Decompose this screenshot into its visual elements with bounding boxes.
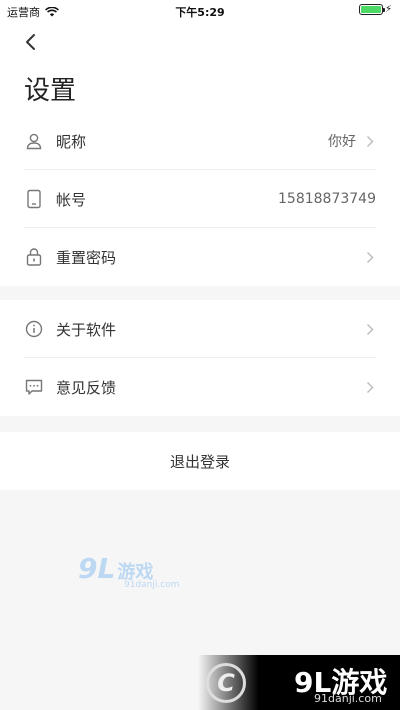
lock-icon (24, 247, 44, 267)
battery-icon (358, 4, 385, 15)
watermark-c-icon: C (206, 663, 246, 703)
watermark-logo-mark: 9L (78, 552, 116, 585)
account-label: 帐号 (56, 190, 87, 209)
chevron-right-icon (364, 322, 376, 336)
charging-icon: ⚡ (384, 4, 392, 15)
about-software-label: 关于软件 (56, 320, 117, 339)
chevron-left-icon (26, 34, 35, 50)
watermark-logo-left: 9L 游戏 91danji.com (78, 552, 179, 590)
account-section: 昵称 你好 帐号 15818873749 重置密码 (0, 112, 400, 286)
watermark-url: 91danji.com (314, 692, 382, 705)
reset-password-label: 重置密码 (56, 248, 117, 267)
header: 设置 (0, 22, 400, 112)
nickname-value: 你好 (328, 134, 356, 150)
back-button[interactable] (18, 30, 42, 54)
feedback-icon (24, 377, 44, 397)
account-value: 15818873749 (278, 191, 376, 207)
account-row: 帐号 15818873749 (24, 170, 376, 228)
about-section: 关于软件 意见反馈 (0, 300, 400, 416)
feedback-row[interactable]: 意见反馈 (24, 358, 376, 416)
user-icon (24, 131, 44, 151)
reset-password-row[interactable]: 重置密码 (24, 228, 376, 286)
feedback-label: 意见反馈 (56, 378, 117, 397)
battery-fill (360, 6, 381, 13)
info-icon (24, 319, 44, 339)
page-title: 设置 (24, 76, 77, 106)
logout-button[interactable]: 退出登录 (0, 432, 400, 490)
chevron-right-icon (364, 250, 376, 264)
phone-icon (24, 189, 44, 209)
status-time: 下午5:29 (175, 6, 225, 19)
chevron-right-icon (364, 380, 376, 394)
nickname-label: 昵称 (56, 132, 87, 151)
nickname-row[interactable]: 昵称 你好 (24, 112, 376, 170)
chevron-right-icon (364, 134, 376, 148)
status-right: ⚡ (358, 4, 392, 15)
logout-section: 退出登录 (0, 432, 400, 490)
watermark-logo-right: C 9L游戏 91danji.com (198, 655, 400, 710)
about-software-row[interactable]: 关于软件 (24, 300, 376, 358)
watermark-url: 91danji.com (124, 580, 180, 590)
status-bar: 运营商 下午5:29 ⚡ (0, 0, 400, 22)
